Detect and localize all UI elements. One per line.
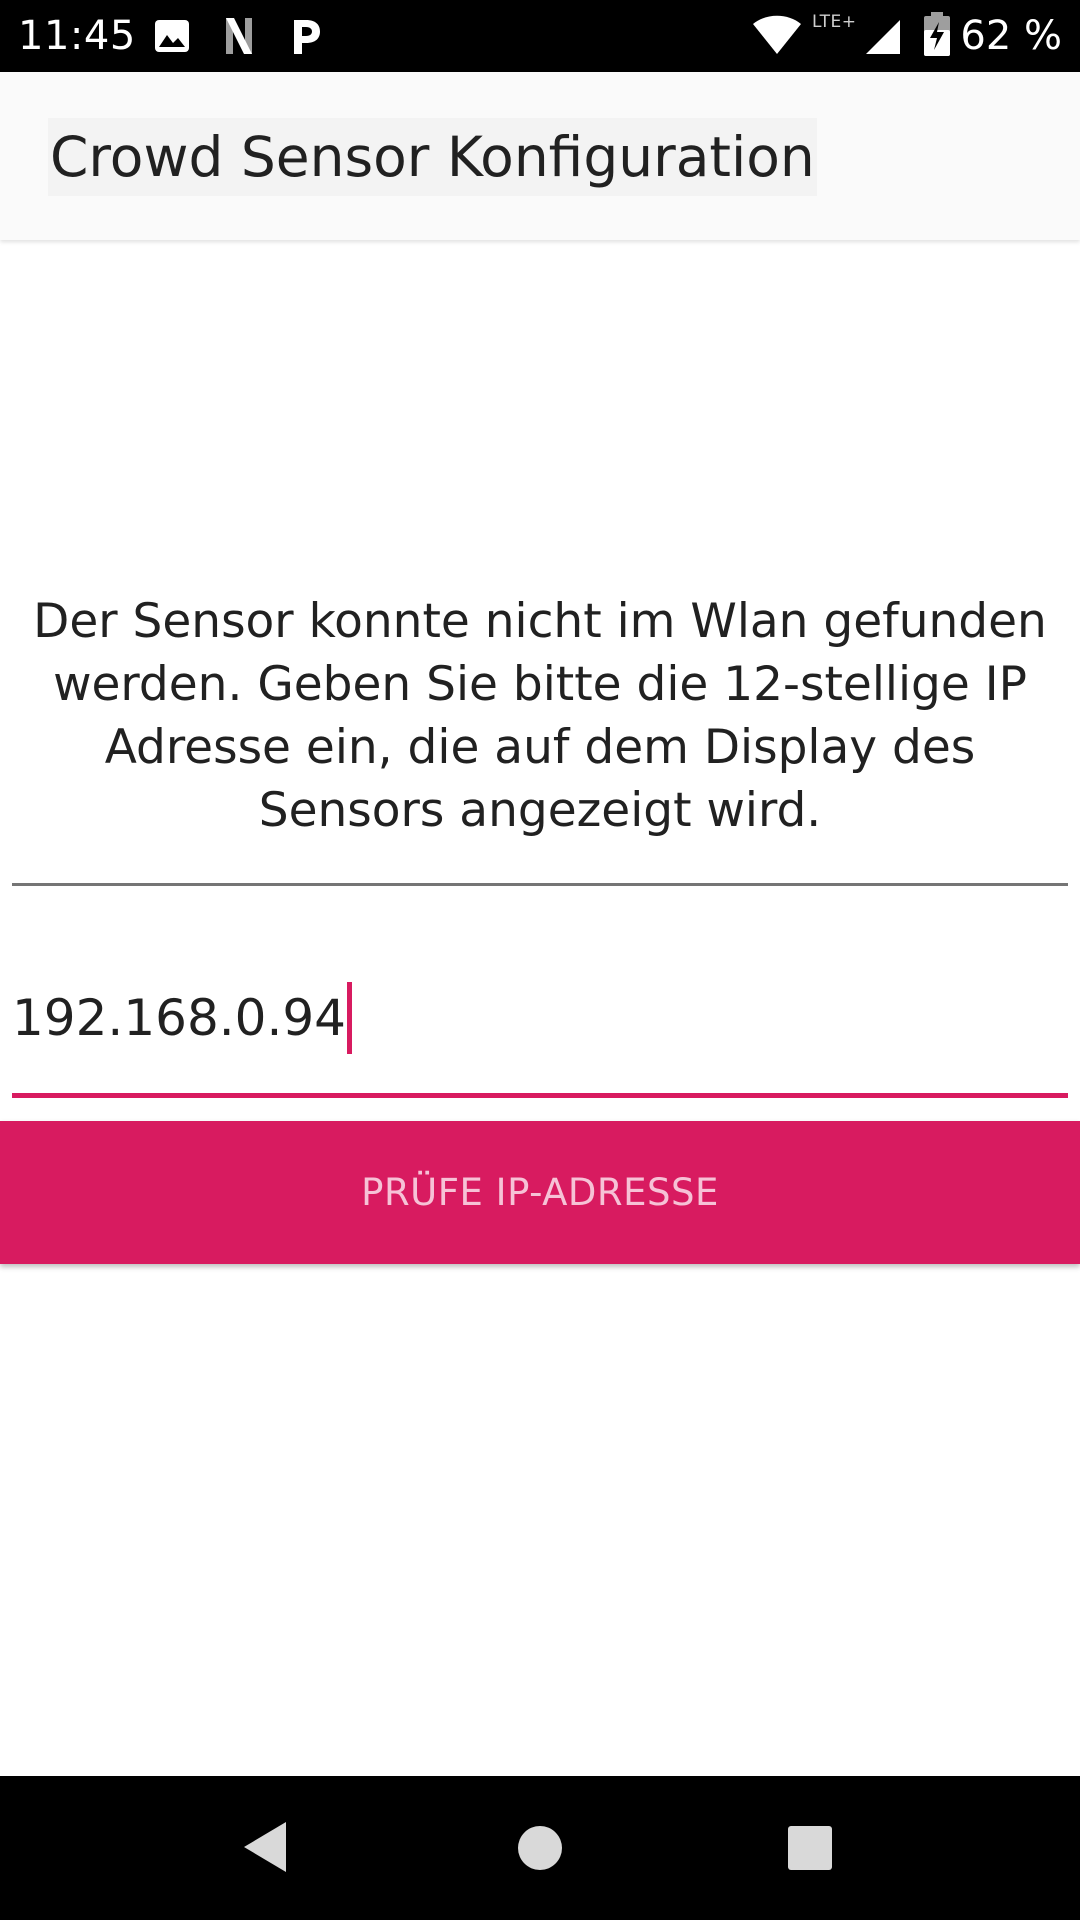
cell-signal-icon (864, 20, 902, 64)
status-time: 11:45 (18, 13, 136, 59)
sensor-not-found-message: Der Sensor konnte nicht im Wlan gefunden… (33, 594, 1047, 838)
ip-address-input[interactable]: 192.168.0.94 (12, 960, 1068, 1100)
battery-percent: 62 % (960, 13, 1062, 59)
status-bar: 11:45 LTE+ 62 % (0, 0, 1080, 72)
check-ip-address-button[interactable]: PRÜFE IP-ADRESSE (0, 1121, 1080, 1264)
navigation-bar (0, 1776, 1080, 1920)
wifi-icon (752, 12, 802, 56)
home-button[interactable] (450, 1776, 630, 1920)
battery-charging-icon (920, 10, 954, 56)
ip-address-value[interactable]: 192.168.0.94 (12, 982, 352, 1054)
network-type-label: LTE+ (812, 12, 857, 32)
netflix-icon (222, 14, 256, 58)
ip-address-text: 192.168.0.94 (12, 989, 346, 1047)
ip-input-underline (12, 1093, 1068, 1098)
recents-button[interactable] (720, 1776, 900, 1920)
parking-icon (285, 14, 325, 58)
divider (12, 883, 1068, 886)
text-cursor (346, 982, 352, 1054)
back-button[interactable] (178, 1776, 358, 1920)
page-title: Crowd Sensor Konfiguration (48, 118, 817, 196)
image-icon (152, 14, 192, 58)
